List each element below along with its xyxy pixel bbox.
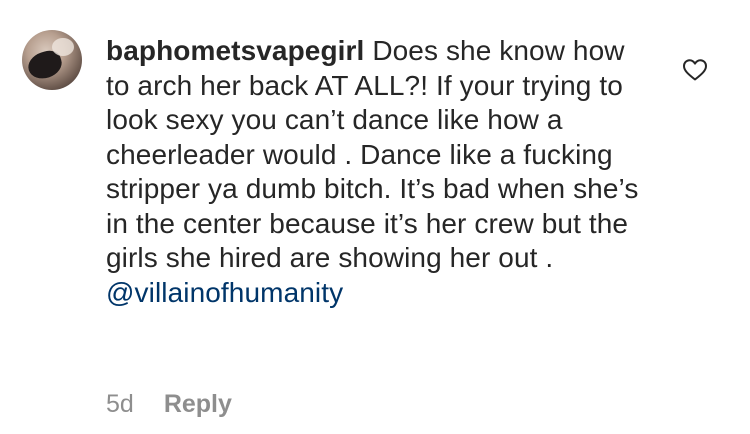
comment-body: baphometsvapegirl Does she know how to a… [106, 34, 646, 310]
avatar-highlight [52, 38, 74, 56]
comment: baphometsvapegirl Does she know how to a… [0, 0, 750, 434]
avatar[interactable] [22, 30, 82, 90]
heart-outline-icon[interactable] [682, 58, 708, 82]
comment-meta: 5d Reply [106, 390, 232, 419]
comment-text: Does she know how to arch her back AT AL… [106, 35, 639, 273]
comment-mention-link[interactable]: @villainofhumanity [106, 277, 343, 308]
reply-button[interactable]: Reply [164, 390, 232, 419]
comment-timestamp: 5d [106, 390, 134, 418]
comment-username[interactable]: baphometsvapegirl [106, 35, 364, 66]
